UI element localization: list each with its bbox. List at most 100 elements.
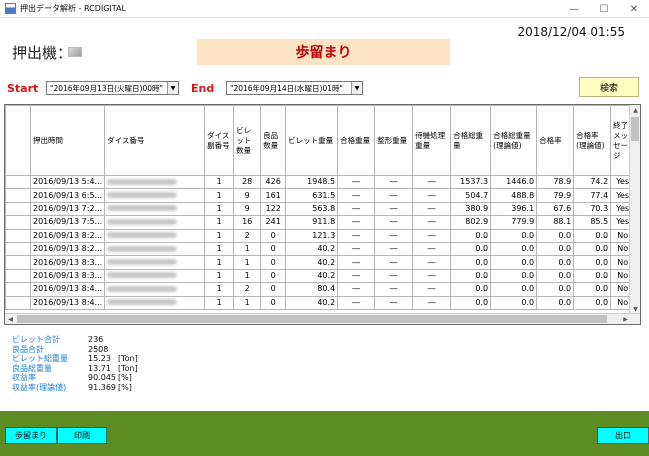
table-cell[interactable]: 1 — [204, 174, 235, 190]
table-cell[interactable]: ― — [374, 228, 414, 243]
table-cell[interactable]: 0.0 — [450, 228, 492, 243]
table-row[interactable]: 2016/09/13 8:2... 1 1 0 40.2 ― ― ― 0.0 0.0 0.0 0.0 N… — [5, 241, 636, 257]
table-row[interactable]: 2016/09/13 8:4... 1 1 0 40.2 ― ― ― 0.0 0.0 0.0 0.0 N… — [5, 295, 636, 310]
close-icon[interactable]: ✕ — [619, 0, 649, 18]
table-cell[interactable]: 631.5 — [285, 188, 339, 203]
col-shaping-weight[interactable]: 整形重量 — [374, 105, 414, 176]
table-cell[interactable]: 488.8 — [490, 188, 538, 203]
col-die-sub-number[interactable]: ダイス副番号 — [204, 105, 235, 176]
row-selector[interactable] — [5, 255, 31, 270]
table-cell[interactable]: 0.0 — [490, 228, 538, 243]
table-cell[interactable]: ― — [412, 201, 452, 217]
table-cell[interactable]: 1 — [233, 295, 262, 310]
table-cell[interactable]: ― — [412, 241, 452, 257]
table-cell[interactable]: ― — [374, 174, 414, 190]
table-cell[interactable]: 2016/09/13 6:5... — [29, 188, 106, 203]
table-cell[interactable] — [104, 188, 206, 203]
table-cell[interactable]: ― — [412, 215, 452, 230]
table-cell[interactable]: 88.1 — [536, 215, 575, 230]
table-cell[interactable]: 0.0 — [573, 295, 612, 310]
table-cell[interactable]: 1 — [204, 255, 235, 270]
table-cell[interactable]: 0 — [260, 228, 287, 243]
table-cell[interactable]: ― — [412, 295, 452, 310]
col-total-pass-weight[interactable]: 合格総重量 — [450, 105, 492, 176]
table-cell[interactable]: 1 — [204, 201, 235, 217]
table-cell[interactable]: 0 — [260, 295, 287, 310]
table-cell[interactable]: 0.0 — [536, 282, 575, 297]
table-cell[interactable]: 2016/09/13 7:5... — [29, 215, 106, 230]
table-cell[interactable]: 779.9 — [490, 215, 538, 230]
table-cell[interactable]: 380.9 — [450, 201, 492, 217]
table-cell[interactable]: ― — [412, 188, 452, 203]
table-cell[interactable]: 40.2 — [285, 241, 339, 257]
table-cell[interactable] — [104, 174, 206, 190]
table-cell[interactable]: 1 — [204, 295, 235, 310]
table-cell[interactable] — [104, 201, 206, 217]
scroll-thumb[interactable] — [631, 117, 639, 141]
table-cell[interactable] — [104, 282, 206, 297]
table-cell[interactable]: 802.9 — [450, 215, 492, 230]
row-selector[interactable] — [5, 241, 31, 257]
start-select[interactable]: "2016年09月13日(火曜日)00時" ▼ — [46, 81, 179, 95]
table-cell[interactable]: ― — [337, 201, 376, 217]
row-selector[interactable] — [5, 295, 31, 310]
table-cell[interactable]: 2016/09/13 8:2... — [29, 241, 106, 257]
table-cell[interactable]: ― — [374, 295, 414, 310]
table-cell[interactable]: ― — [374, 201, 414, 217]
row-selector[interactable] — [5, 228, 31, 243]
table-cell[interactable]: ― — [374, 188, 414, 203]
scroll-left-icon[interactable]: ◀ — [5, 314, 16, 324]
table-cell[interactable]: 504.7 — [450, 188, 492, 203]
table-cell[interactable]: 70.3 — [573, 201, 612, 217]
table-cell[interactable]: 0.0 — [450, 295, 492, 310]
col-die-number[interactable]: ダイス番号 — [104, 105, 206, 176]
table-cell[interactable]: 1 — [204, 188, 235, 203]
table-cell[interactable]: 2016/09/13 8:3... — [29, 268, 106, 284]
table-cell[interactable]: ― — [374, 282, 414, 297]
table-cell[interactable]: ― — [337, 268, 376, 284]
table-cell[interactable]: 0 — [260, 241, 287, 257]
table-cell[interactable]: 16 — [233, 215, 262, 230]
table-cell[interactable]: 396.1 — [490, 201, 538, 217]
table-cell[interactable]: 0.0 — [573, 228, 612, 243]
scroll-right-icon[interactable]: ▶ — [620, 314, 631, 324]
table-cell[interactable]: ― — [412, 174, 452, 190]
table-cell[interactable]: ― — [374, 255, 414, 270]
table-row[interactable]: 2016/09/13 8:3... 1 1 0 40.2 ― ― ― 0.0 0.0 0.0 0.0 N… — [5, 268, 636, 284]
table-cell[interactable]: ― — [337, 282, 376, 297]
table-cell[interactable]: 80.4 — [285, 282, 339, 297]
table-cell[interactable]: ― — [374, 241, 414, 257]
table-cell[interactable]: 0.0 — [450, 241, 492, 257]
table-cell[interactable] — [104, 215, 206, 230]
table-cell[interactable]: 78.9 — [536, 174, 575, 190]
table-row[interactable]: 2016/09/13 8:3... 1 1 0 40.2 ― ― ― 0.0 0.0 0.0 0.0 N… — [5, 255, 636, 270]
table-cell[interactable]: 67.6 — [536, 201, 575, 217]
table-cell[interactable]: 40.2 — [285, 255, 339, 270]
table-cell[interactable]: 1 — [204, 241, 235, 257]
table-cell[interactable]: 74.2 — [573, 174, 612, 190]
maximize-icon[interactable]: ☐ — [589, 0, 619, 18]
col-extrusion-time[interactable]: 押出時間 — [29, 105, 106, 176]
row-selector[interactable] — [5, 215, 31, 230]
table-cell[interactable] — [104, 228, 206, 243]
data-grid[interactable]: 押出時間 ダイス番号 ダイス副番号 ビレット数量 良品数量 ビレット重量 合格重量 整形重量… — [4, 104, 641, 325]
table-cell[interactable]: 1537.3 — [450, 174, 492, 190]
table-cell[interactable]: 9 — [233, 201, 262, 217]
exit-button[interactable]: 出口 — [597, 427, 649, 444]
table-cell[interactable] — [104, 255, 206, 270]
table-cell[interactable]: ― — [337, 295, 376, 310]
end-select[interactable]: "2016年09月14日(水曜日)01時" ▼ — [226, 81, 363, 95]
table-cell[interactable]: 1 — [233, 268, 262, 284]
table-cell[interactable]: 0 — [260, 268, 287, 284]
row-selector[interactable] — [5, 174, 31, 190]
table-cell[interactable]: ― — [412, 255, 452, 270]
table-cell[interactable]: 1 — [233, 241, 262, 257]
table-row[interactable]: 2016/09/13 7:5... 1 16 241 911.8 ― ― ― 802.9 779.… — [5, 215, 636, 230]
table-cell[interactable]: 0.0 — [536, 295, 575, 310]
table-cell[interactable]: 40.2 — [285, 295, 339, 310]
table-cell[interactable]: 0.0 — [490, 282, 538, 297]
table-cell[interactable]: 122 — [260, 201, 287, 217]
search-button[interactable]: 検索 — [579, 77, 639, 97]
table-cell[interactable]: 1446.0 — [490, 174, 538, 190]
table-cell[interactable] — [104, 268, 206, 284]
